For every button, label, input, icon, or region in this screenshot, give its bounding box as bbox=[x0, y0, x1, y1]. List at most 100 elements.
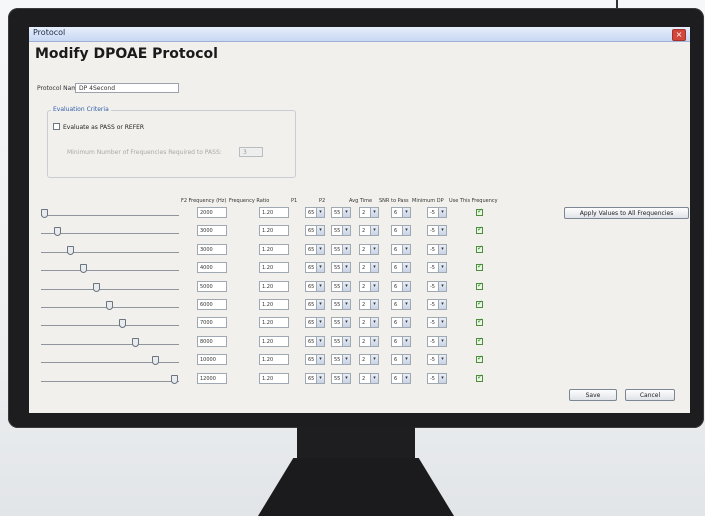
f2-frequency-field[interactable]: 12000 bbox=[197, 373, 227, 384]
min-dp-select[interactable]: -5 ▾ bbox=[427, 262, 447, 273]
frequency-ratio-field[interactable]: 1.20 bbox=[259, 281, 289, 292]
use-frequency-checkbox[interactable] bbox=[476, 299, 483, 308]
p1-select[interactable]: 65 ▾ bbox=[305, 373, 325, 384]
f2-frequency-field[interactable]: 3000 bbox=[197, 225, 227, 236]
f2-frequency-field[interactable]: 6000 bbox=[197, 299, 227, 310]
f2-frequency-field[interactable]: 2000 bbox=[197, 207, 227, 218]
snr-select[interactable]: 6 ▾ bbox=[391, 354, 411, 365]
f2-frequency-field[interactable]: 8000 bbox=[197, 336, 227, 347]
p2-select[interactable]: 55 ▾ bbox=[331, 262, 351, 273]
snr-select[interactable]: 6 ▾ bbox=[391, 244, 411, 255]
frequency-ratio-field[interactable]: 1.20 bbox=[259, 354, 289, 365]
slider-thumb-icon[interactable] bbox=[119, 319, 126, 328]
p1-select[interactable]: 65 ▾ bbox=[305, 299, 325, 310]
min-dp-select[interactable]: -5 ▾ bbox=[427, 299, 447, 310]
slider-thumb-icon[interactable] bbox=[80, 264, 87, 273]
avg-time-select[interactable]: 2 ▾ bbox=[359, 262, 379, 273]
evaluate-checkbox[interactable] bbox=[53, 123, 60, 130]
min-dp-select[interactable]: -5 ▾ bbox=[427, 373, 447, 384]
slider-thumb-icon[interactable] bbox=[152, 356, 159, 365]
p2-select[interactable]: 55 ▾ bbox=[331, 336, 351, 347]
snr-select[interactable]: 6 ▾ bbox=[391, 225, 411, 236]
avg-time-select[interactable]: 2 ▾ bbox=[359, 244, 379, 255]
slider-thumb-icon[interactable] bbox=[41, 209, 48, 218]
p2-select[interactable]: 55 ▾ bbox=[331, 225, 351, 236]
p1-select[interactable]: 65 ▾ bbox=[305, 207, 325, 218]
cancel-button[interactable]: Cancel bbox=[625, 389, 675, 401]
avg-time-select[interactable]: 2 ▾ bbox=[359, 336, 379, 347]
snr-select[interactable]: 6 ▾ bbox=[391, 299, 411, 310]
snr-select[interactable]: 6 ▾ bbox=[391, 207, 411, 218]
min-dp-select[interactable]: -5 ▾ bbox=[427, 207, 447, 218]
snr-select[interactable]: 6 ▾ bbox=[391, 317, 411, 328]
use-frequency-checkbox[interactable] bbox=[476, 317, 483, 326]
p2-select[interactable]: 55 ▾ bbox=[331, 373, 351, 384]
min-dp-select[interactable]: -5 ▾ bbox=[427, 317, 447, 328]
min-dp-select[interactable]: -5 ▾ bbox=[427, 336, 447, 347]
frequency-ratio-field[interactable]: 1.20 bbox=[259, 225, 289, 236]
save-button[interactable]: Save bbox=[569, 389, 617, 401]
p1-select[interactable]: 65 ▾ bbox=[305, 225, 325, 236]
f2-frequency-field[interactable]: 5000 bbox=[197, 281, 227, 292]
p1-select[interactable]: 65 ▾ bbox=[305, 244, 325, 255]
frequency-ratio-field[interactable]: 1.20 bbox=[259, 373, 289, 384]
p1-select[interactable]: 65 ▾ bbox=[305, 317, 325, 328]
avg-time-select[interactable]: 2 ▾ bbox=[359, 373, 379, 384]
frequency-ratio-field[interactable]: 1.20 bbox=[259, 317, 289, 328]
p1-select[interactable]: 65 ▾ bbox=[305, 281, 325, 292]
p2-select-value: 55 bbox=[334, 320, 341, 326]
slider-thumb-icon[interactable] bbox=[171, 375, 178, 384]
snr-select[interactable]: 6 ▾ bbox=[391, 262, 411, 273]
p2-select[interactable]: 55 ▾ bbox=[331, 244, 351, 255]
use-frequency-checkbox[interactable] bbox=[476, 207, 483, 216]
f2-frequency-field[interactable]: 4000 bbox=[197, 262, 227, 273]
frequency-ratio-field[interactable]: 1.20 bbox=[259, 262, 289, 273]
close-icon[interactable]: × bbox=[672, 29, 686, 41]
avg-time-select[interactable]: 2 ▾ bbox=[359, 225, 379, 236]
min-dp-select[interactable]: -5 ▾ bbox=[427, 354, 447, 365]
slider-thumb-icon[interactable] bbox=[132, 338, 139, 347]
snr-select[interactable]: 6 ▾ bbox=[391, 373, 411, 384]
p1-select[interactable]: 65 ▾ bbox=[305, 336, 325, 347]
use-frequency-checkbox[interactable] bbox=[476, 244, 483, 253]
avg-time-select[interactable]: 2 ▾ bbox=[359, 281, 379, 292]
min-dp-select[interactable]: -5 ▾ bbox=[427, 244, 447, 255]
p1-select[interactable]: 65 ▾ bbox=[305, 354, 325, 365]
frequency-ratio-field[interactable]: 1.20 bbox=[259, 207, 289, 218]
slider-thumb-icon[interactable] bbox=[67, 246, 74, 255]
min-dp-select[interactable]: -5 ▾ bbox=[427, 281, 447, 292]
protocol-name-field[interactable]: DP 4Second bbox=[75, 83, 179, 93]
use-frequency-checkbox[interactable] bbox=[476, 336, 483, 345]
p2-select[interactable]: 55 ▾ bbox=[331, 281, 351, 292]
f2-frequency-field[interactable]: 7000 bbox=[197, 317, 227, 328]
f2-frequency-field[interactable]: 10000 bbox=[197, 354, 227, 365]
snr-select[interactable]: 6 ▾ bbox=[391, 336, 411, 347]
avg-time-select[interactable]: 2 ▾ bbox=[359, 354, 379, 365]
p1-select[interactable]: 65 ▾ bbox=[305, 262, 325, 273]
frequency-ratio-field[interactable]: 1.20 bbox=[259, 336, 289, 347]
use-frequency-checkbox[interactable] bbox=[476, 262, 483, 271]
apply-all-button[interactable]: Apply Values to All Frequencies bbox=[564, 207, 689, 219]
p2-select[interactable]: 55 ▾ bbox=[331, 317, 351, 328]
avg-time-select[interactable]: 2 ▾ bbox=[359, 299, 379, 310]
frequency-ratio-field[interactable]: 1.20 bbox=[259, 244, 289, 255]
avg-time-select[interactable]: 2 ▾ bbox=[359, 207, 379, 218]
use-frequency-checkbox[interactable] bbox=[476, 373, 483, 382]
p2-select[interactable]: 55 ▾ bbox=[331, 354, 351, 365]
snr-select[interactable]: 6 ▾ bbox=[391, 281, 411, 292]
use-frequency-checkbox[interactable] bbox=[476, 225, 483, 234]
f2-frequency-field[interactable]: 3000 bbox=[197, 244, 227, 255]
snr-select-value: 6 bbox=[394, 284, 398, 290]
use-frequency-checkbox[interactable] bbox=[476, 281, 483, 290]
min-dp-select[interactable]: -5 ▾ bbox=[427, 225, 447, 236]
avg-time-select[interactable]: 2 ▾ bbox=[359, 317, 379, 328]
slider-thumb-icon[interactable] bbox=[54, 227, 61, 236]
use-frequency-checkbox[interactable] bbox=[476, 354, 483, 363]
p2-select[interactable]: 55 ▾ bbox=[331, 207, 351, 218]
min-frequencies-field[interactable]: 3 bbox=[239, 147, 263, 157]
frequency-ratio-field[interactable]: 1.20 bbox=[259, 299, 289, 310]
chevron-down-icon: ▾ bbox=[342, 226, 350, 235]
p2-select[interactable]: 55 ▾ bbox=[331, 299, 351, 310]
slider-thumb-icon[interactable] bbox=[106, 301, 113, 310]
slider-thumb-icon[interactable] bbox=[93, 283, 100, 292]
